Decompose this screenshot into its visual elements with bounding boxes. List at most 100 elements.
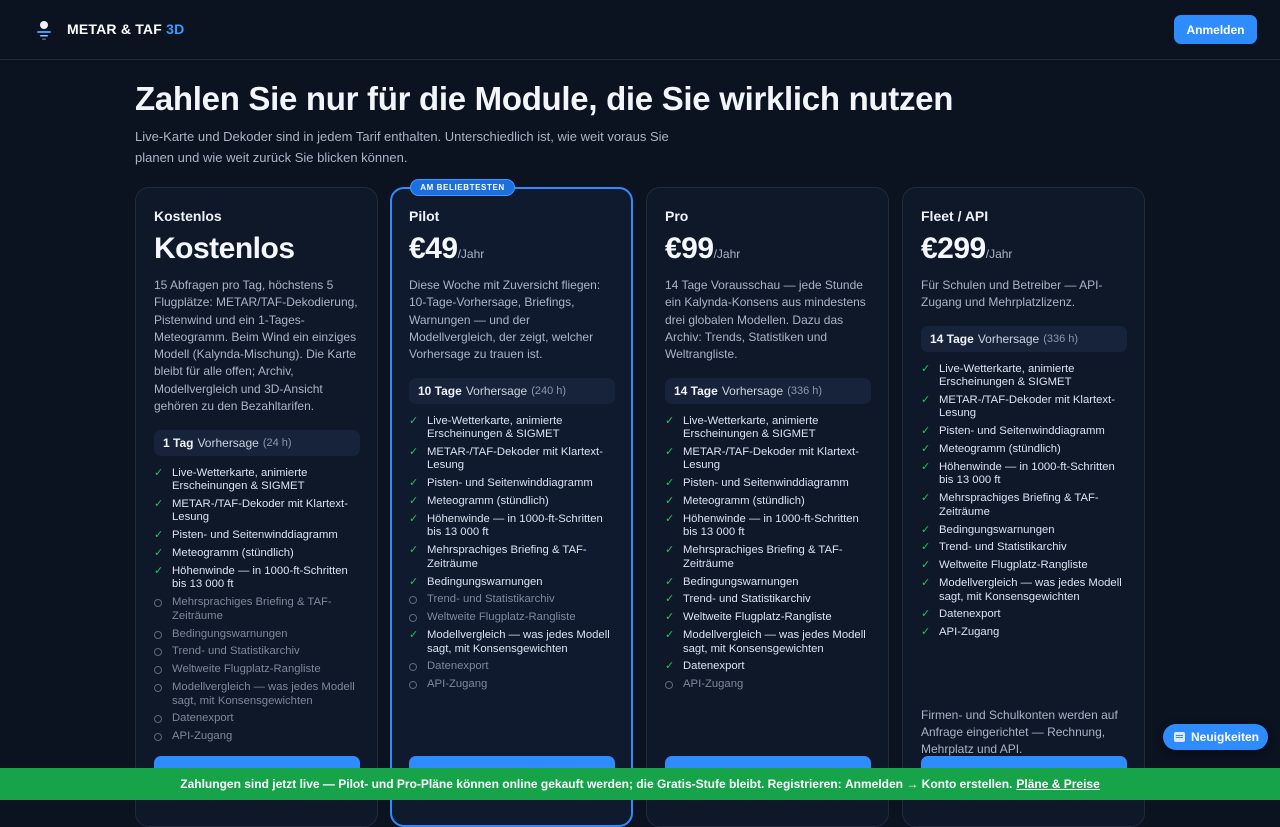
feature-label: Bedingungswarnungen: [939, 523, 1055, 536]
feature-item: Datenexport: [154, 712, 359, 725]
check-icon: ✓: [409, 544, 419, 557]
feature-item: ✓ Trend- und Statistikarchiv: [665, 593, 870, 606]
forecast-horizon: 14 Tage Vorhersage (336 h): [921, 326, 1127, 352]
horizon-label: Vorhersage: [977, 332, 1040, 346]
feature-label: Live-Wetterkarte, animierte Erscheinunge…: [683, 415, 819, 441]
check-icon: ✓: [921, 608, 931, 621]
check-icon: ✓: [921, 425, 931, 438]
horizon-days: 14 Tage: [930, 332, 974, 346]
feature-label: Mehrsprachiges Briefing & TAF-Zeiträume: [939, 492, 1099, 518]
price-value: €49: [409, 232, 458, 265]
feature-label: Pisten- und Seitenwinddiagramm: [427, 477, 593, 490]
feature-label: Trend- und Statistikarchiv: [427, 593, 555, 606]
feature-item: ✓ Trend- und Statistikarchiv: [921, 541, 1126, 554]
feature-label: METAR-/TAF-Dekoder mit Klartext-Lesung: [427, 446, 603, 472]
feature-label: METAR-/TAF-Dekoder mit Klartext-Lesung: [939, 394, 1115, 420]
feature-item: ✓ METAR-/TAF-Dekoder mit Klartext-Lesung: [409, 446, 614, 473]
feature-label: Mehrsprachiges Briefing & TAF-Zeiträume: [172, 596, 332, 622]
feature-label: Live-Wetterkarte, animierte Erscheinunge…: [939, 363, 1075, 389]
banner-text-4: Anmelden → Konto erstellen: [845, 777, 1010, 791]
feature-label: Trend- und Statistikarchiv: [172, 645, 300, 658]
feature-label: Höhenwinde — in 1000-ft-Schritten bis 13…: [939, 461, 1115, 487]
feature-label: Weltweite Flugplatz-Rangliste: [683, 611, 832, 624]
feature-item: ✓ Modellvergleich — was jedes Modell sagt…: [921, 577, 1126, 604]
feature-item: ✓ Live-Wetterkarte, animierte Erscheinung…: [921, 363, 1126, 390]
feature-item: ✓ Höhenwinde — in 1000-ft-Schritten bis 1…: [921, 461, 1126, 488]
horizon-hours: (336 h): [1043, 333, 1079, 345]
feature-label: Datenexport: [939, 608, 1001, 621]
feature-label: Meteogramm (stündlich): [427, 495, 549, 508]
check-icon: ✓: [409, 415, 419, 427]
check-icon: ✓: [665, 593, 675, 606]
feature-label: Bedingungswarnungen: [172, 627, 288, 640]
check-icon: ✓: [409, 575, 419, 588]
feature-label: METAR-/TAF-Dekoder mit Klartext-Lesung: [683, 446, 859, 472]
plan-description: 15 Abfragen pro Tag, höchstens 5 Flugplä…: [154, 278, 358, 414]
feature-label: Bedingungswarnungen: [683, 575, 799, 588]
feature-label: Pisten- und Seitenwinddiagramm: [172, 529, 338, 542]
feature-list: ✓ Live-Wetterkarte, animierte Erscheinung…: [921, 363, 1126, 644]
plan-name: Pilot: [409, 208, 440, 224]
feature-label: Live-Wetterkarte, animierte Erscheinunge…: [427, 415, 563, 441]
feature-item: ✓ Modellvergleich — was jedes Modell sagt…: [409, 629, 614, 656]
plan-description: Diese Woche mit Zuversicht fliegen: 10-T…: [409, 278, 601, 362]
check-icon: ✓: [921, 541, 931, 554]
check-icon: ✓: [921, 363, 931, 375]
feature-label: METAR-/TAF-Dekoder mit Klartext-Lesung: [172, 498, 348, 524]
feature-item: ✓ Weltweite Flugplatz-Rangliste: [921, 559, 1126, 572]
feature-item: API-Zugang: [154, 730, 359, 743]
feature-item: ✓ API-Zugang: [921, 626, 1126, 639]
feature-item: Modellvergleich — was jedes Modell sagt,…: [154, 681, 359, 708]
horizon-days: 10 Tage: [418, 384, 462, 398]
feature-item: ✓ Weltweite Flugplatz-Rangliste: [665, 611, 870, 624]
feature-label: Pisten- und Seitenwinddiagramm: [683, 477, 849, 490]
plan-price: €49/Jahr: [409, 232, 484, 266]
news-button[interactable]: Neuigkeiten: [1163, 724, 1268, 750]
brand-name[interactable]: METAR & TAF 3D: [67, 21, 184, 37]
feature-item: ✓ Datenexport: [921, 608, 1126, 621]
price-period: /Jahr: [713, 247, 741, 261]
circle-icon: [154, 733, 162, 742]
pricing-link[interactable]: Pläne & Preise: [1016, 777, 1099, 791]
check-icon: ✓: [409, 446, 419, 459]
feature-list: ✓ Live-Wetterkarte, animierte Erscheinung…: [409, 415, 614, 696]
logo-icon[interactable]: [34, 19, 54, 41]
plan-price: €299/Jahr: [921, 232, 1012, 266]
feature-label: Weltweite Flugplatz-Rangliste: [939, 559, 1088, 572]
horizon-label: Vorhersage: [721, 384, 784, 398]
horizon-days: 14 Tage: [674, 384, 718, 398]
check-icon: ✓: [921, 577, 931, 590]
news-label: Neuigkeiten: [1191, 730, 1260, 744]
feature-item: ✓ Datenexport: [665, 660, 870, 673]
circle-icon: [154, 599, 162, 608]
forecast-horizon: 1 Tag Vorhersage (24 h): [154, 430, 360, 456]
feature-item: ✓ Pisten- und Seitenwinddiagramm: [154, 529, 359, 542]
horizon-days: 1 Tag: [163, 436, 194, 450]
check-icon: ✓: [921, 559, 931, 572]
check-icon: ✓: [154, 529, 164, 542]
feature-item: ✓ METAR-/TAF-Dekoder mit Klartext-Lesung: [665, 446, 870, 473]
feature-label: Mehrsprachiges Briefing & TAF-Zeiträume: [427, 544, 587, 570]
news-icon: [1174, 732, 1185, 742]
fleet-note: Firmen- und Schulkonten werden auf Anfra…: [921, 708, 1118, 756]
feature-item: ✓ Mehrsprachiges Briefing & TAF-Zeiträume: [921, 492, 1126, 519]
feature-item: ✓ Modellvergleich — was jedes Modell sagt…: [665, 629, 870, 656]
check-icon: ✓: [409, 477, 419, 490]
feature-item: ✓ Pisten- und Seitenwinddiagramm: [665, 477, 870, 490]
feature-label: Mehrsprachiges Briefing & TAF-Zeiträume: [683, 544, 843, 570]
feature-label: Höhenwinde — in 1000-ft-Schritten bis 13…: [683, 513, 859, 539]
horizon-hours: (24 h): [262, 437, 292, 449]
feature-item: Weltweite Flugplatz-Rangliste: [409, 611, 614, 624]
feature-item: ✓ Höhenwinde — in 1000-ft-Schritten bis 1…: [154, 565, 359, 592]
feature-label: Höhenwinde — in 1000-ft-Schritten bis 13…: [172, 565, 348, 591]
price-value: €99: [665, 232, 714, 265]
feature-item: ✓ Pisten- und Seitenwinddiagramm: [921, 425, 1126, 438]
price-value: Kostenlos: [154, 232, 295, 265]
check-icon: ✓: [921, 394, 931, 407]
check-icon: ✓: [154, 547, 164, 560]
circle-icon: [154, 715, 162, 724]
check-icon: ✓: [921, 492, 931, 505]
feature-item: Trend- und Statistikarchiv: [409, 593, 614, 606]
feature-item: ✓ Höhenwinde — in 1000-ft-Schritten bis 1…: [665, 513, 870, 540]
login-button[interactable]: Anmelden: [1174, 15, 1257, 44]
